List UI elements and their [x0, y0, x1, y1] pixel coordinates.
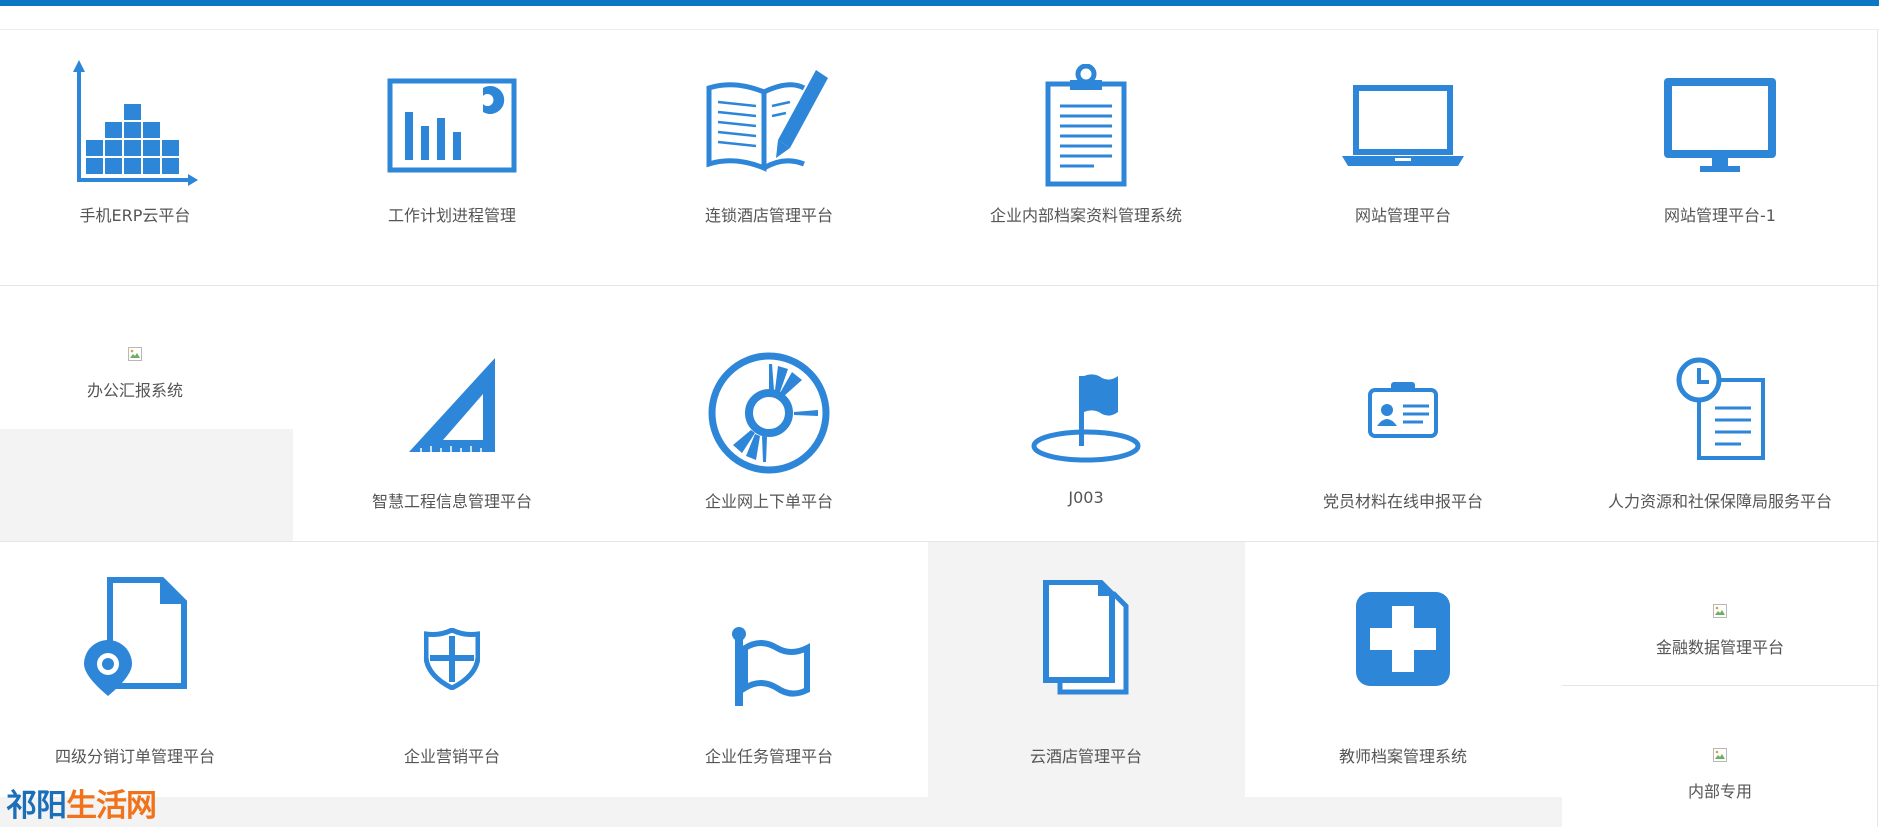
app-label: 企业营销平台 — [403, 747, 500, 766]
flag-target-icon — [1031, 374, 1141, 463]
app-tile-online-order[interactable]: 企业网上下单平台 — [634, 286, 904, 541]
file-location-icon — [84, 577, 187, 696]
app-label: 企业内部档案资料管理系统 — [989, 206, 1182, 225]
shield-icon — [424, 628, 480, 690]
app-label: 办公汇报系统 — [86, 381, 183, 400]
broken-image-icon — [1713, 748, 1727, 762]
app-tile-task-management[interactable]: 企业任务管理平台 — [634, 542, 904, 797]
app-label: 网站管理平台 — [1354, 206, 1451, 225]
app-label: 党员材料在线申报平台 — [1322, 492, 1483, 511]
app-tile-internal-use[interactable]: 内部专用 — [1585, 686, 1855, 827]
footer-gray-strip — [0, 797, 1562, 827]
app-label: 智慧工程信息管理平台 — [371, 492, 532, 511]
app-tile-chain-hotel[interactable]: 连锁酒店管理平台 — [634, 30, 904, 285]
app-grid: 手机ERP云平台 工作计划进程管理 连锁酒店管理平台 企业内部档案资料管理系统 … — [0, 30, 1879, 827]
broken-image-icon — [128, 347, 142, 361]
flag-icon — [732, 627, 810, 706]
laptop-icon — [1342, 85, 1464, 166]
set-square-icon — [409, 358, 495, 452]
app-label: 连锁酒店管理平台 — [704, 206, 833, 225]
site-watermark: 祁阳生活网 — [6, 780, 157, 825]
top-accent-bar — [0, 0, 1879, 6]
clipboard-icon — [1045, 64, 1127, 187]
app-tile-office-report[interactable]: 办公汇报系统 — [0, 286, 270, 428]
app-tile-teacher-archives[interactable]: 教师档案管理系统 — [1268, 542, 1538, 797]
app-label: 人力资源和社保保障局服务平台 — [1607, 492, 1832, 511]
app-label: 金融数据管理平台 — [1655, 638, 1784, 657]
app-tile-work-plan[interactable]: 工作计划进程管理 — [317, 30, 587, 285]
app-label: 企业任务管理平台 — [704, 747, 833, 766]
app-label: 内部专用 — [1687, 782, 1752, 801]
app-tile-smart-engineering[interactable]: 智慧工程信息管理平台 — [317, 286, 587, 541]
watermark-part-1: 祁阳 — [6, 788, 67, 824]
app-tile-erp[interactable]: 手机ERP云平台 — [0, 30, 270, 285]
monitor-icon — [1664, 78, 1776, 172]
app-tile-website[interactable]: 网站管理平台 — [1268, 30, 1538, 285]
app-tile-archives[interactable]: 企业内部档案资料管理系统 — [951, 30, 1221, 285]
app-label: 四级分销订单管理平台 — [54, 747, 215, 766]
broken-image-icon — [1713, 604, 1727, 618]
right-border — [1877, 30, 1878, 827]
app-tile-j003[interactable]: J003 — [951, 286, 1221, 541]
empty-cell-background — [0, 429, 293, 541]
app-label: 企业网上下单平台 — [704, 492, 833, 511]
book-pencil-icon — [706, 70, 828, 172]
documents-icon — [1043, 580, 1129, 695]
clock-document-icon — [1676, 357, 1765, 460]
app-tile-hr-social[interactable]: 人力资源和社保保障局服务平台 — [1585, 286, 1855, 541]
app-label: 教师档案管理系统 — [1338, 747, 1467, 766]
app-label: 手机ERP云平台 — [79, 206, 191, 225]
app-tile-party-materials[interactable]: 党员材料在线申报平台 — [1268, 286, 1538, 541]
app-tile-cloud-hotel[interactable]: 云酒店管理平台 — [951, 542, 1221, 797]
disc-icon — [708, 352, 830, 474]
app-label: 云酒店管理平台 — [1029, 747, 1142, 766]
app-label: J003 — [1068, 488, 1104, 507]
app-tile-finance-data[interactable]: 金融数据管理平台 — [1585, 542, 1855, 684]
app-tile-distribution-order[interactable]: 四级分销订单管理平台 — [0, 542, 270, 797]
app-tile-marketing[interactable]: 企业营销平台 — [317, 542, 587, 797]
app-label: 网站管理平台-1 — [1664, 206, 1776, 225]
app-tile-website-1[interactable]: 网站管理平台-1 — [1585, 30, 1855, 285]
presentation-chart-icon — [387, 78, 517, 173]
app-label: 工作计划进程管理 — [387, 206, 516, 225]
watermark-part-2: 生活网 — [66, 788, 157, 824]
bar-chart-icon — [73, 60, 198, 186]
medical-cross-icon — [1356, 592, 1450, 686]
id-card-icon — [1368, 382, 1438, 438]
